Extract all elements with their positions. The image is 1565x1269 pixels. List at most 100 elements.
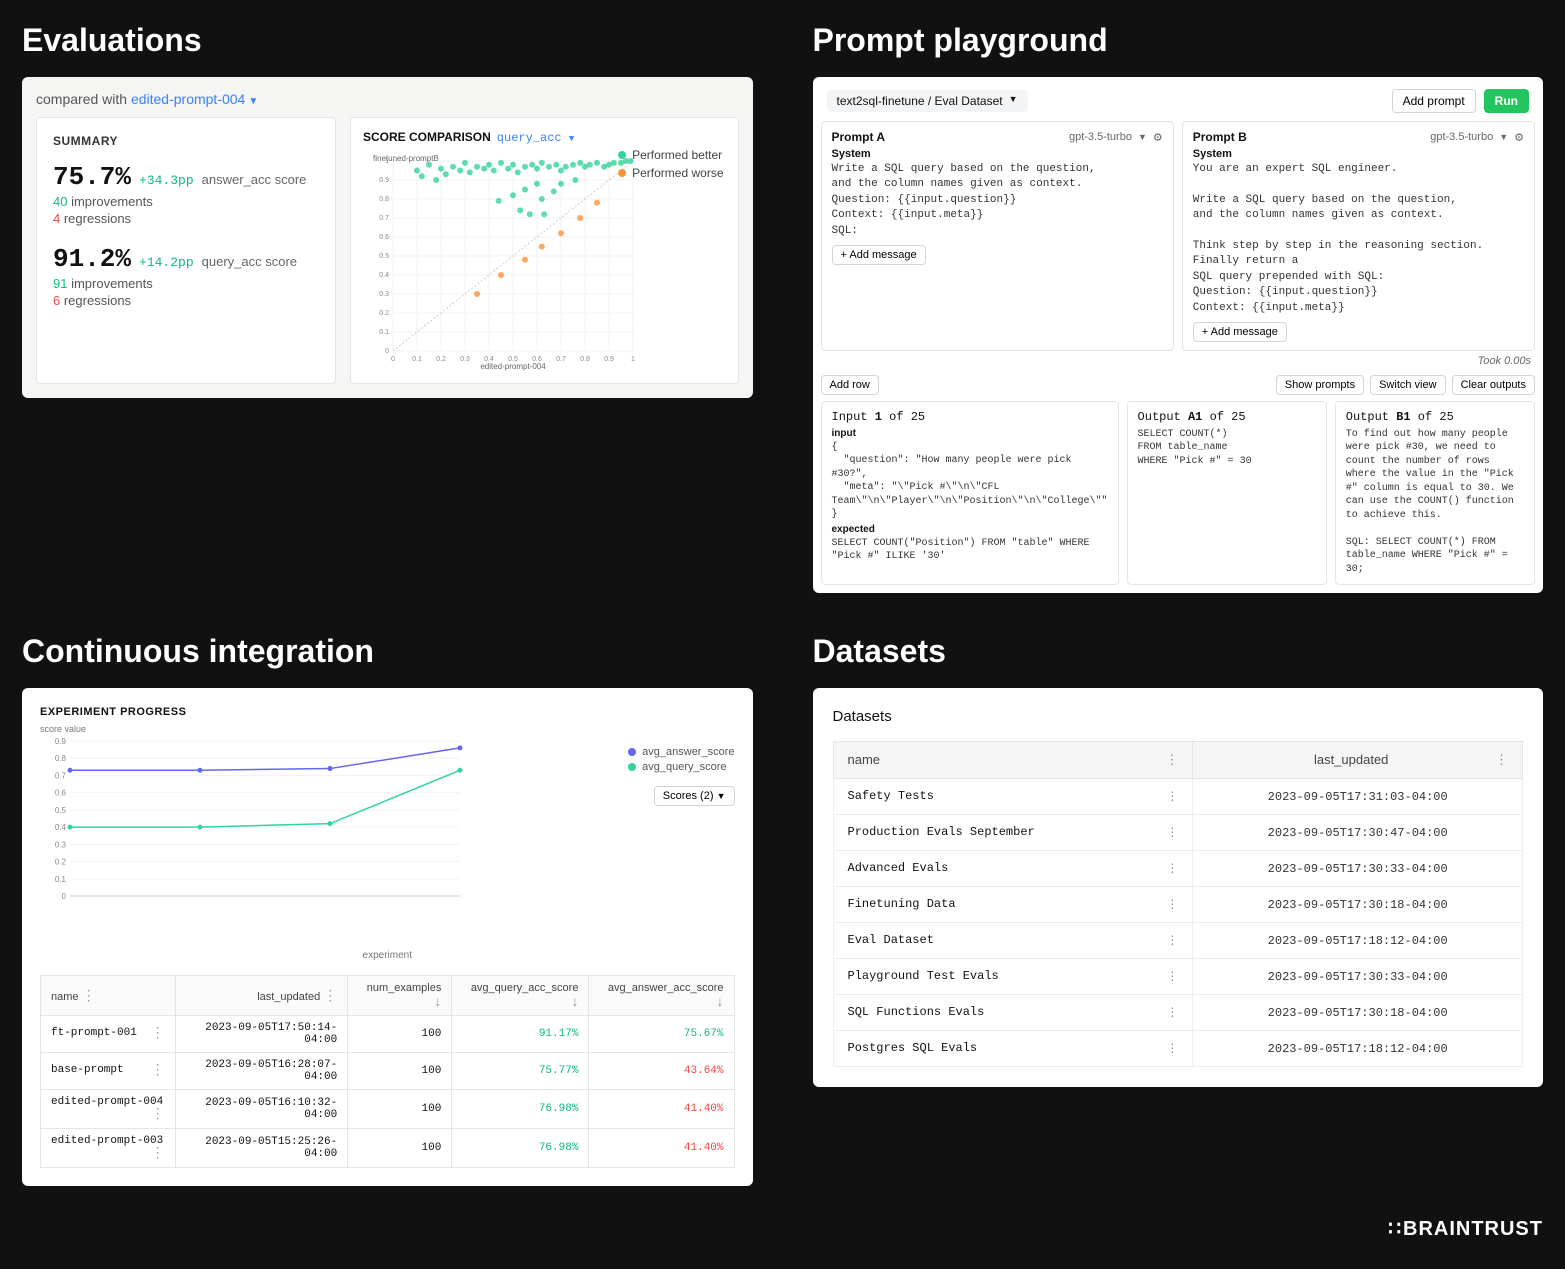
sort-icon[interactable]: ↓ (717, 993, 724, 1009)
cell-name: Safety Tests⋮ (833, 779, 1193, 815)
evaluations-title: Evaluations (22, 22, 753, 59)
score-comparison-metric-dropdown[interactable]: query_acc ▼ (497, 131, 574, 145)
kebab-icon[interactable]: ⋮ (82, 987, 96, 1003)
table-row[interactable]: ft-prompt-001 ⋮ 2023-09-05T17:50:14-04:0… (41, 1016, 735, 1053)
kebab-icon[interactable]: ⋮ (1166, 897, 1178, 912)
output-title: Output A1 of 25 (1138, 410, 1316, 424)
show-prompts-button[interactable]: Show prompts (1276, 375, 1364, 395)
ci-header[interactable]: name ⋮ (41, 976, 176, 1016)
ci-header[interactable]: num_examples ↓ (348, 976, 452, 1016)
summary-title: SUMMARY (53, 134, 319, 148)
kebab-icon[interactable]: ⋮ (1166, 1041, 1178, 1056)
run-button[interactable]: Run (1484, 89, 1529, 113)
table-row[interactable]: Playground Test Evals⋮ 2023-09-05T17:30:… (833, 959, 1523, 995)
datasets-header-name[interactable]: name⋮ (833, 742, 1193, 779)
add-message-button[interactable]: + Add message (1193, 322, 1287, 342)
clear-outputs-button[interactable]: Clear outputs (1452, 375, 1535, 395)
kebab-icon[interactable]: ⋮ (151, 1064, 165, 1078)
chevron-down-icon: ▼ (1138, 132, 1147, 142)
metric-delta: +34.3pp (139, 173, 194, 188)
metric-label: answer_acc score (202, 172, 307, 187)
svg-text:0.4: 0.4 (55, 824, 67, 833)
chevron-down-icon: ▼ (569, 134, 574, 144)
prompt-card: Prompt A gpt-3.5-turbo ▼ ⚙ System Write … (821, 121, 1174, 351)
ci-header[interactable]: avg_query_acc_score ↓ (452, 976, 589, 1016)
model-selector[interactable]: gpt-3.5-turbo ▼ ⚙ (1430, 131, 1524, 144)
cell-name: Production Evals September⋮ (833, 815, 1193, 851)
datasets-header-updated[interactable]: last_updated⋮ (1193, 742, 1523, 779)
table-row[interactable]: Postgres SQL Evals⋮ 2023-09-05T17:18:12-… (833, 1031, 1523, 1067)
switch-view-button[interactable]: Switch view (1370, 375, 1445, 395)
sort-icon[interactable]: ↓ (434, 993, 441, 1009)
table-row[interactable]: edited-prompt-004 ⋮ 2023-09-05T16:10:32-… (41, 1090, 735, 1129)
cell-updated: 2023-09-05T17:18:12-04:00 (1193, 1031, 1523, 1067)
score-comparison-card: SCORE COMPARISON query_acc ▼ Performed b… (350, 117, 739, 384)
input-card: Input 1 of 25 input { "question": "How m… (821, 401, 1119, 586)
gear-icon[interactable]: ⚙ (1514, 131, 1524, 144)
cell-answer-score: 43.64% (589, 1053, 734, 1090)
kebab-icon[interactable]: ⋮ (323, 987, 337, 1003)
cell-name: ft-prompt-001 ⋮ (41, 1016, 176, 1053)
table-row[interactable]: SQL Functions Evals⋮ 2023-09-05T17:30:18… (833, 995, 1523, 1031)
datasets-section: Datasets Datasets name⋮ last_updated⋮ Sa… (813, 633, 1544, 1186)
kebab-icon[interactable]: ⋮ (1166, 861, 1178, 876)
prompt-body[interactable]: You are an expert SQL engineer. Write a … (1193, 162, 1524, 316)
cell-updated: 2023-09-05T17:30:18-04:00 (1193, 995, 1523, 1031)
chevron-down-icon: ▼ (248, 96, 258, 107)
table-row[interactable]: base-prompt ⋮ 2023-09-05T16:28:07-04:00 … (41, 1053, 735, 1090)
add-message-button[interactable]: + Add message (832, 245, 926, 265)
model-selector[interactable]: gpt-3.5-turbo ▼ ⚙ (1069, 131, 1163, 144)
table-row[interactable]: edited-prompt-003 ⋮ 2023-09-05T15:25:26-… (41, 1129, 735, 1168)
summary-card: SUMMARY 75.7% +34.3pp answer_acc score 4… (36, 117, 336, 384)
prompt-body[interactable]: Write a SQL query based on the question,… (832, 162, 1163, 239)
table-row[interactable]: Eval Dataset⋮ 2023-09-05T17:18:12-04:00 (833, 923, 1523, 959)
svg-text:0.5: 0.5 (55, 806, 67, 815)
kebab-icon[interactable]: ⋮ (1166, 933, 1178, 948)
ci-header[interactable]: avg_answer_acc_score ↓ (589, 976, 734, 1016)
output-body: To find out how many people were pick #3… (1346, 428, 1524, 577)
prompt-card: Prompt B gpt-3.5-turbo ▼ ⚙ System You ar… (1182, 121, 1535, 351)
ci-header[interactable]: last_updated ⋮ (175, 976, 348, 1016)
kebab-icon[interactable]: ⋮ (1166, 789, 1178, 804)
gear-icon[interactable]: ⚙ (1153, 131, 1163, 144)
ci-legend: avg_answer_score avg_query_score (628, 746, 734, 776)
ci-chart-title: EXPERIMENT PROGRESS (40, 706, 735, 718)
cell-num: 100 (348, 1053, 452, 1090)
sort-icon[interactable]: ↓ (571, 993, 578, 1009)
cell-name: SQL Functions Evals⋮ (833, 995, 1193, 1031)
input-body: { "question": "How many people were pick… (832, 441, 1108, 522)
table-row[interactable]: Safety Tests⋮ 2023-09-05T17:31:03-04:00 (833, 779, 1523, 815)
add-row-button[interactable]: Add row (821, 375, 879, 395)
kebab-icon[interactable]: ⋮ (1495, 752, 1508, 768)
kebab-icon[interactable]: ⋮ (151, 1027, 165, 1041)
metric-improvements: 91 improvements (53, 276, 319, 291)
ci-panel: EXPERIMENT PROGRESS score value 00.10.20… (22, 688, 753, 1186)
scatter-plot: 000.10.10.20.20.30.30.40.40.50.50.60.60.… (363, 151, 726, 371)
cell-updated: 2023-09-05T17:30:47-04:00 (1193, 815, 1523, 851)
datasets-title: Datasets (813, 633, 1544, 670)
table-row[interactable]: Finetuning Data⋮ 2023-09-05T17:30:18-04:… (833, 887, 1523, 923)
svg-text:finetuned-promptB: finetuned-promptB (373, 154, 439, 163)
add-prompt-button[interactable]: Add prompt (1392, 89, 1476, 113)
metric-percent: 75.7% (53, 162, 131, 192)
metric-regressions: 4 regressions (53, 211, 319, 226)
compared-with-dropdown[interactable]: edited-prompt-004▼ (131, 91, 258, 107)
ci-title: Continuous integration (22, 633, 753, 670)
kebab-icon[interactable]: ⋮ (1166, 825, 1178, 840)
kebab-icon[interactable]: ⋮ (1166, 1005, 1178, 1020)
kebab-icon[interactable]: ⋮ (1165, 752, 1178, 768)
kebab-icon[interactable]: ⋮ (151, 1147, 165, 1161)
score-comparison-title: SCORE COMPARISON (363, 130, 491, 144)
scores-dropdown[interactable]: Scores (2) ▼ (654, 786, 735, 806)
datasets-panel: Datasets name⋮ last_updated⋮ Safety Test… (813, 688, 1544, 1087)
breadcrumb-dropdown[interactable]: text2sql-finetune / Eval Dataset ▼ (827, 90, 1028, 112)
svg-text:0.2: 0.2 (436, 356, 446, 363)
cell-num: 100 (348, 1016, 452, 1053)
cell-name: Postgres SQL Evals⋮ (833, 1031, 1193, 1067)
table-row[interactable]: Advanced Evals⋮ 2023-09-05T17:30:33-04:0… (833, 851, 1523, 887)
ci-xlabel: experiment (40, 950, 735, 961)
kebab-icon[interactable]: ⋮ (151, 1108, 165, 1122)
cell-updated: 2023-09-05T17:30:18-04:00 (1193, 887, 1523, 923)
kebab-icon[interactable]: ⋮ (1166, 969, 1178, 984)
table-row[interactable]: Production Evals September⋮ 2023-09-05T1… (833, 815, 1523, 851)
